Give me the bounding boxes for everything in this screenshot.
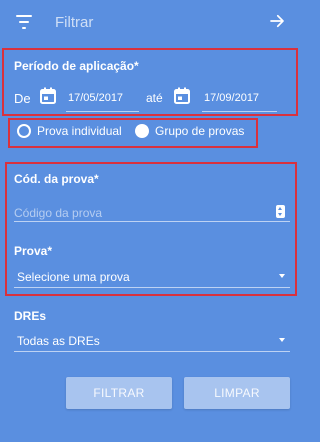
filter-button[interactable]: FILTRAR [66, 377, 172, 409]
start-date-underline [66, 111, 139, 112]
dres-underline [14, 351, 290, 352]
calendar-icon[interactable] [40, 87, 56, 104]
dres-select[interactable]: Todas as DREs [17, 334, 100, 348]
radio-label: Grupo de provas [155, 124, 245, 138]
end-date-field[interactable]: 17/09/2017 [204, 92, 259, 104]
radio-grupo-de-provas[interactable]: Grupo de provas [135, 124, 244, 138]
prova-underline [14, 287, 290, 288]
de-label: De [14, 91, 31, 106]
radio-checked-icon[interactable] [135, 124, 149, 138]
dres-label: DREs [14, 309, 47, 323]
dropdown-caret-icon[interactable] [279, 338, 285, 342]
ate-label: até [146, 91, 163, 105]
end-date-underline [202, 111, 277, 112]
dropdown-caret-icon[interactable] [279, 274, 285, 278]
clear-button[interactable]: LIMPAR [184, 377, 290, 409]
filter-list-icon[interactable] [16, 15, 32, 29]
prova-label: Prova* [14, 244, 53, 258]
codigo-underline [14, 221, 290, 222]
codigo-label: Cód. da prova* [14, 172, 99, 186]
arrow-forward-icon[interactable] [268, 12, 286, 30]
radio-unchecked-icon[interactable] [17, 124, 31, 138]
periodo-label: Período de aplicação* [14, 59, 139, 73]
codigo-input[interactable]: Código da prova [14, 206, 102, 220]
number-stepper[interactable] [276, 205, 285, 218]
radio-prova-individual[interactable]: Prova individual [17, 124, 122, 138]
start-date-field[interactable]: 17/05/2017 [68, 92, 123, 104]
radio-label: Prova individual [37, 124, 122, 138]
calendar-icon[interactable] [174, 87, 190, 104]
page-title: Filtrar [55, 14, 94, 31]
prova-select[interactable]: Selecione uma prova [17, 270, 130, 284]
app-header: Filtrar [0, 0, 300, 46]
